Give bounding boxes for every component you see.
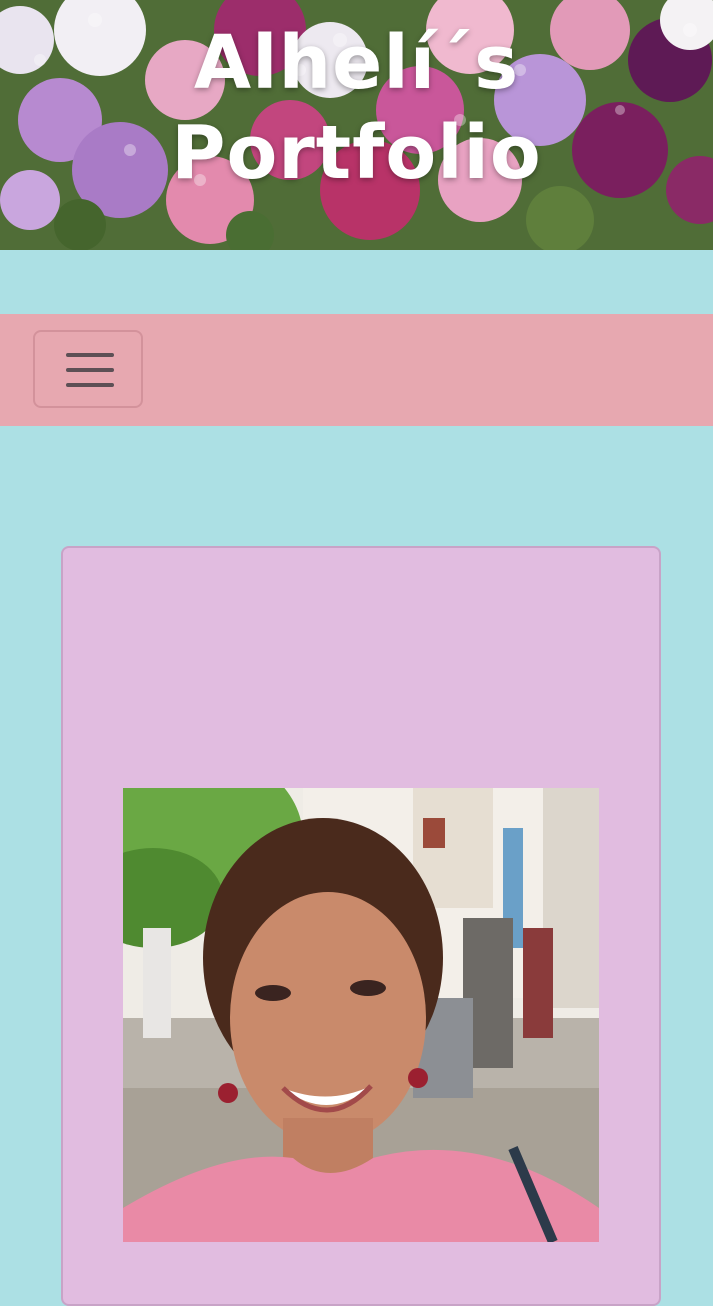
header-banner: Alhelí´s Portfolio (0, 0, 713, 250)
profile-photo (123, 788, 599, 1242)
page-title: Alhelí´s Portfolio (171, 20, 542, 196)
navbar-toggle-button[interactable] (33, 330, 143, 408)
navbar (0, 314, 713, 426)
portrait-photo-image (123, 788, 599, 1242)
